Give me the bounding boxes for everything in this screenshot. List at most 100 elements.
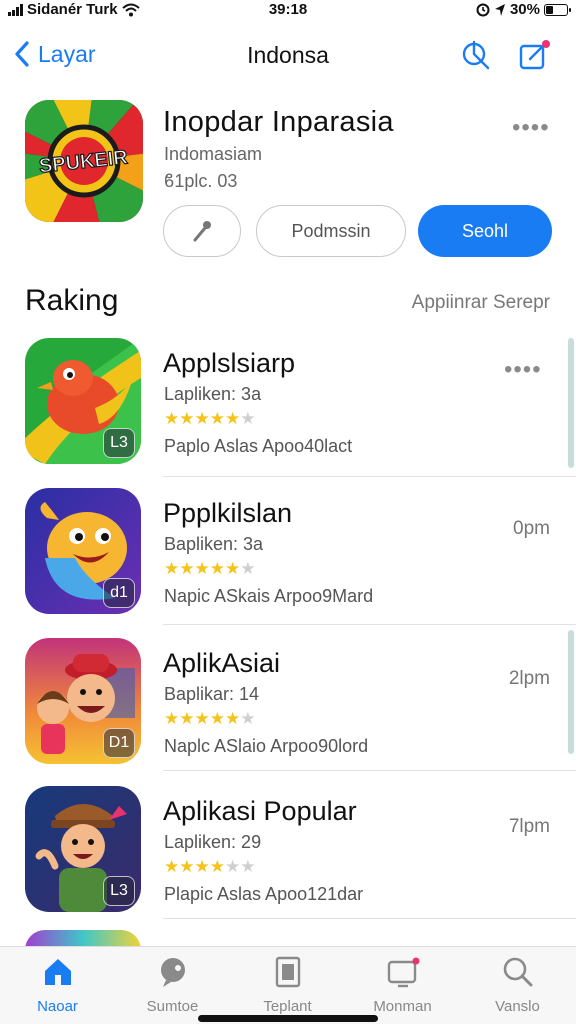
star-rating: ★ ★ ★ ★ ★ ★: [164, 710, 256, 727]
tab-label: Monman: [373, 998, 432, 1015]
app-name: AplikAsiai: [163, 648, 281, 678]
featured-app-icon[interactable]: SPUKEIR: [25, 100, 143, 222]
star-icon: ★: [225, 409, 241, 428]
app-icon: d1: [25, 488, 141, 614]
featured-app: SPUKEIR Inopdar Inparasia Indomasiam ϐ1p…: [0, 100, 576, 270]
status-right: 30%: [476, 1, 571, 18]
star-icon: ★: [209, 709, 225, 728]
app-description: Napic ASkais Arpoo9Mard: [164, 586, 374, 606]
app-description: Plapic Aslas Apoo121dar: [164, 884, 364, 904]
tab-sumtoe[interactable]: Sumtoe: [115, 955, 230, 1017]
status-bar: Sidanér Turk 39:18 30%: [0, 0, 576, 22]
app-icon: L3: [25, 786, 141, 912]
app-subtitle: Bapliken: 3a: [164, 534, 264, 554]
star-icon: ★: [194, 857, 210, 876]
mic-button[interactable]: [163, 205, 241, 257]
app-list-item[interactable]: D1 AplikAsiai Baplikar: 14 ★ ★ ★ ★ ★ ★ Naplc …: [0, 634, 576, 782]
app-badge: L3: [103, 428, 135, 458]
tab-vanslo[interactable]: Vanslo: [460, 955, 575, 1017]
featured-app-subtitle: Indomasiam: [164, 144, 263, 164]
star-icon: ★: [164, 409, 180, 428]
star-icon: ★: [194, 409, 210, 428]
app-name: Applslsiarp: [163, 348, 296, 378]
home-indicator: [198, 1015, 378, 1022]
app-description: Paplo Aslas Apoo40lact: [164, 436, 353, 456]
divider: [163, 770, 576, 771]
app-name: Ppplkilslan: [163, 498, 293, 528]
app-subtitle: Lapliken: 29: [164, 832, 262, 852]
star-icon: ★: [240, 857, 256, 876]
featured-app-meta: ϐ1plc. 03: [164, 171, 238, 191]
app-time: 2lpm: [508, 668, 550, 689]
scrollbar[interactable]: [568, 630, 574, 754]
tab-teplant[interactable]: Teplant: [230, 955, 345, 1017]
search-icon: [503, 957, 532, 987]
microphone-icon: [193, 221, 211, 242]
star-icon: ★: [179, 709, 195, 728]
app-time: 0pm: [513, 518, 550, 539]
app-icon: D1: [25, 638, 141, 764]
app-list-item[interactable]: L3 Applslsiarp Lapliken: 3a ★ ★ ★ ★ ★ ★ Paplo…: [0, 334, 576, 482]
star-icon: ★: [194, 709, 210, 728]
chat-person-icon: [160, 958, 185, 987]
tab-home[interactable]: Naoar: [0, 955, 115, 1017]
scrollbar[interactable]: [568, 338, 574, 468]
see-all-link[interactable]: Appiinrar Serepr: [412, 292, 550, 314]
star-icon: ★: [164, 559, 180, 578]
nav-bar: Layar Indonsa: [0, 32, 576, 80]
star-icon: ★: [240, 409, 256, 428]
app-subtitle: Baplikar: 14: [164, 684, 260, 704]
app-badge: D1: [103, 728, 135, 758]
notification-screen-icon: [387, 957, 419, 988]
star-icon: ★: [240, 559, 256, 578]
document-icon: [275, 956, 300, 988]
featured-app-name: Inopdar Inparasia: [163, 106, 394, 138]
star-icon: ★: [209, 857, 225, 876]
tab-label: Naoar: [37, 998, 78, 1015]
star-icon: ★: [209, 559, 225, 578]
star-icon: ★: [225, 709, 241, 728]
star-icon: ★: [225, 857, 241, 876]
battery-percent: 30%: [509, 1, 540, 18]
app-list-item[interactable]: L3 Aplikasi Popular Lapliken: 29 ★ ★ ★ ★ ★ ★ …: [0, 782, 576, 930]
section-title: Raking: [25, 284, 119, 317]
star-icon: ★: [179, 857, 195, 876]
tab-bar: Naoar Sumtoe Teplant Monman Vanslo: [0, 946, 576, 1024]
tab-label: Vanslo: [495, 998, 540, 1015]
location-icon: [494, 3, 505, 16]
app-name: Aplikasi Popular: [163, 796, 357, 826]
star-rating: ★ ★ ★ ★ ★ ★: [164, 560, 256, 577]
star-icon: ★: [179, 559, 195, 578]
app-icon: L3: [25, 338, 141, 464]
app-badge: d1: [103, 578, 135, 608]
more-options-icon[interactable]: ••••: [512, 114, 550, 142]
app-subtitle: Lapliken: 3a: [164, 384, 262, 404]
star-rating: ★ ★ ★ ★ ★ ★: [164, 410, 256, 427]
alarm-icon: [476, 3, 490, 16]
star-icon: ★: [225, 559, 241, 578]
divider: [163, 624, 576, 625]
star-icon: ★: [164, 709, 180, 728]
star-rating: ★ ★ ★ ★ ★ ★: [164, 858, 256, 875]
star-icon: ★: [209, 409, 225, 428]
tab-monman[interactable]: Monman: [345, 955, 460, 1017]
star-icon: ★: [240, 709, 256, 728]
star-icon: ★: [179, 409, 195, 428]
tab-label: Teplant: [263, 998, 312, 1015]
star-icon: ★: [164, 857, 180, 876]
ranking-section-header: Raking Appiinrar Serepr: [0, 282, 576, 322]
compose-icon[interactable]: [518, 38, 552, 72]
home-icon: [44, 959, 71, 985]
app-list-item[interactable]: d1 Ppplkilslan Bapliken: 3a ★ ★ ★ ★ ★ ★ Napic…: [0, 484, 576, 632]
app-badge: L3: [103, 876, 135, 906]
primary-action-button[interactable]: Seohl: [418, 205, 552, 257]
divider: [163, 918, 576, 919]
battery-icon: [544, 3, 571, 16]
share-refresh-icon[interactable]: [458, 38, 492, 72]
app-time: 7lpm: [508, 816, 550, 837]
app-description: Naplc ASlaio Arpoo90lord: [164, 736, 369, 756]
divider: [163, 476, 576, 477]
more-options-icon[interactable]: ••••: [504, 356, 542, 384]
secondary-action-button[interactable]: Podmssin: [256, 205, 406, 257]
star-icon: ★: [194, 559, 210, 578]
